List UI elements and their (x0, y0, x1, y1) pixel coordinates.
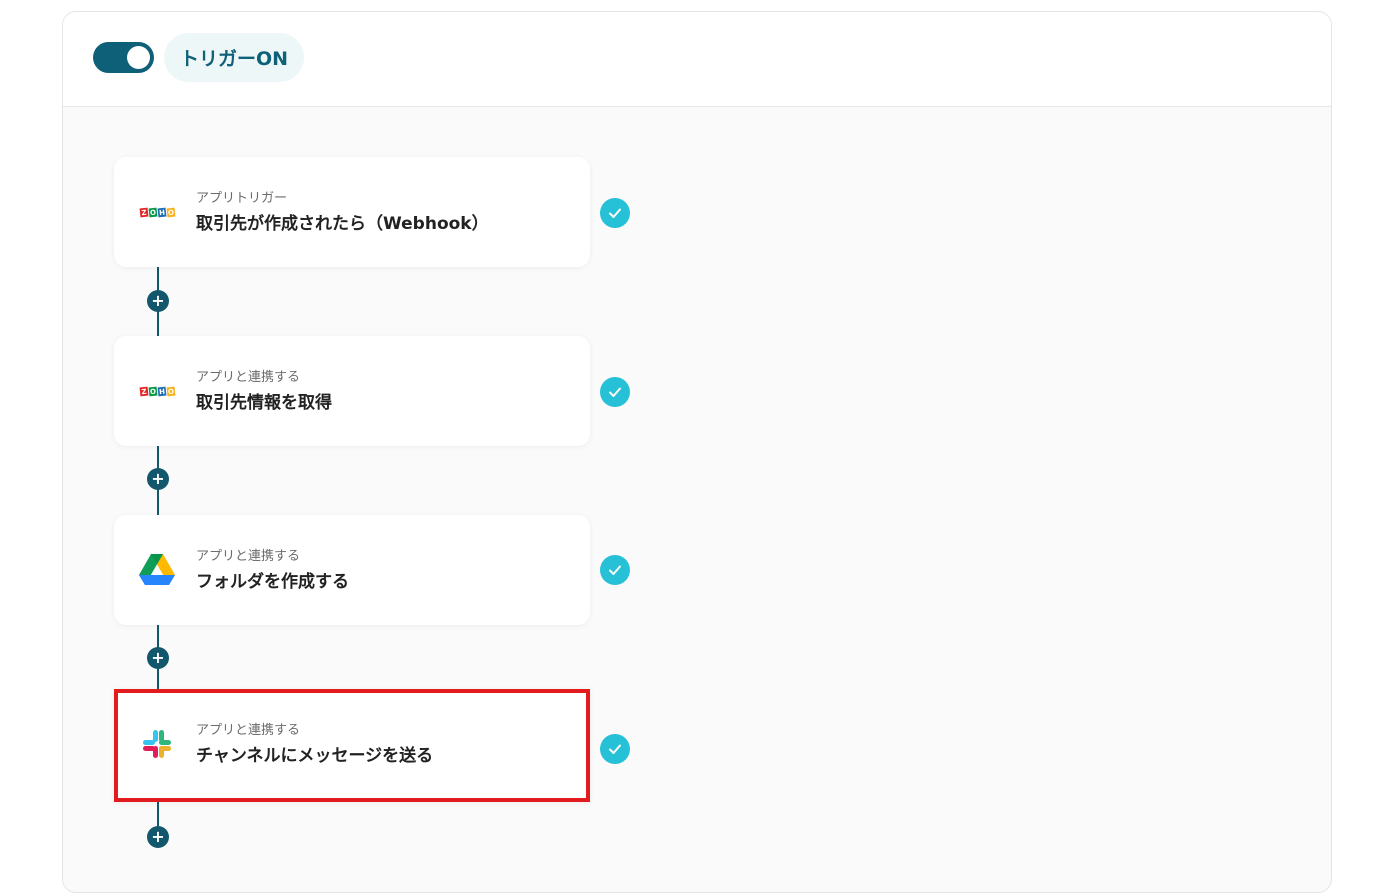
step-title: チャンネルにメッセージを送る (196, 746, 434, 766)
flow-step-card[interactable]: アプリと連携する フォルダを作成する (114, 515, 590, 625)
zoho-letter: Z (139, 207, 148, 217)
google-drive-icon (138, 553, 176, 587)
slack-icon (138, 727, 176, 761)
add-step-button[interactable]: + (147, 647, 169, 669)
flow-step-card[interactable]: Z O H O アプリと連携する 取引先情報を取得 (114, 336, 590, 446)
trigger-toggle[interactable] (93, 42, 154, 73)
check-icon (600, 734, 630, 764)
zoho-letter: O (148, 207, 157, 217)
step-type-label: アプリと連携する (196, 723, 301, 738)
flow-panel: トリガーON + + + + Z O H O アプリトリガー 取引先が作成された… (62, 11, 1332, 893)
flow-header: トリガーON (63, 12, 1331, 107)
add-step-button[interactable]: + (147, 468, 169, 490)
flow-step-card[interactable]: Z O H O アプリトリガー 取引先が作成されたら（Webhook） (114, 157, 590, 267)
toggle-knob (127, 46, 150, 69)
check-icon (600, 198, 630, 228)
step-title: フォルダを作成する (196, 572, 349, 592)
zoho-crm-icon: Z O H O (138, 374, 176, 408)
add-step-button[interactable]: + (147, 826, 169, 848)
zoho-letter: O (166, 386, 175, 396)
step-title: 取引先情報を取得 (196, 393, 332, 413)
zoho-crm-icon: Z O H O (138, 195, 176, 229)
step-title: 取引先が作成されたら（Webhook） (196, 214, 489, 234)
check-icon (600, 555, 630, 585)
flow-step-card-highlighted[interactable]: アプリと連携する チャンネルにメッセージを送る (114, 689, 590, 802)
step-type-label: アプリトリガー (196, 191, 288, 206)
zoho-letter: O (148, 386, 157, 396)
step-type-label: アプリと連携する (196, 549, 301, 564)
check-icon (600, 377, 630, 407)
step-type-label: アプリと連携する (196, 370, 301, 385)
add-step-button[interactable]: + (147, 290, 169, 312)
zoho-letter: Z (139, 386, 148, 396)
zoho-letter: O (166, 207, 175, 217)
trigger-status-label: トリガーON (164, 33, 305, 82)
zoho-letter: H (157, 207, 166, 217)
zoho-letter: H (157, 386, 166, 396)
